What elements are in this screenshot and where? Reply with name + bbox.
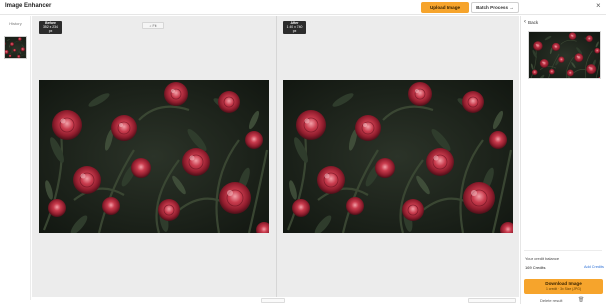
fit-button[interactable]: ⌕ Fit: [142, 22, 164, 29]
download-sublabel: 1 credit · 3x Size (JPG): [545, 287, 582, 291]
before-image: [39, 80, 269, 233]
compare-divider[interactable]: [276, 16, 277, 297]
panel-divider: [524, 250, 602, 251]
add-credits-link[interactable]: Add Credits: [584, 265, 604, 269]
delete-result-button[interactable]: Delete result: [540, 298, 562, 303]
batch-process-button[interactable]: Batch Process →: [471, 2, 519, 13]
trash-icon[interactable]: 🗑: [578, 298, 584, 303]
credit-amount: 169 Credits: [525, 265, 546, 270]
before-size: 352 x 234 px: [43, 24, 58, 33]
chevron-left-icon: ‹: [524, 19, 526, 25]
view-toggle[interactable]: [468, 298, 516, 303]
history-label: History: [9, 21, 22, 26]
upload-image-button[interactable]: Upload Image: [421, 2, 469, 13]
app-title: Image Enhancer: [5, 3, 52, 9]
after-image: [283, 80, 513, 233]
after-label: After 1 40 x 740 px: [283, 21, 306, 34]
download-label: Download Image: [545, 281, 582, 286]
after-size: 1 40 x 740 px: [286, 24, 303, 33]
image-enhancer-app: Image Enhancer Upload Image Batch Proces…: [0, 0, 606, 304]
history-thumbnail[interactable]: [4, 36, 27, 59]
back-button[interactable]: ‹ Back: [524, 19, 538, 25]
close-icon[interactable]: ×: [596, 2, 601, 10]
before-label: Before 352 x 234 px: [39, 21, 62, 34]
back-label: Back: [528, 19, 539, 25]
result-thumbnail: [528, 31, 601, 79]
download-image-button[interactable]: Download Image 1 credit · 3x Size (JPG): [524, 279, 603, 294]
zoom-control[interactable]: [261, 298, 285, 303]
top-bar: Image Enhancer Upload Image Batch Proces…: [0, 0, 606, 15]
credit-balance-label: Your credit balance: [525, 256, 560, 261]
